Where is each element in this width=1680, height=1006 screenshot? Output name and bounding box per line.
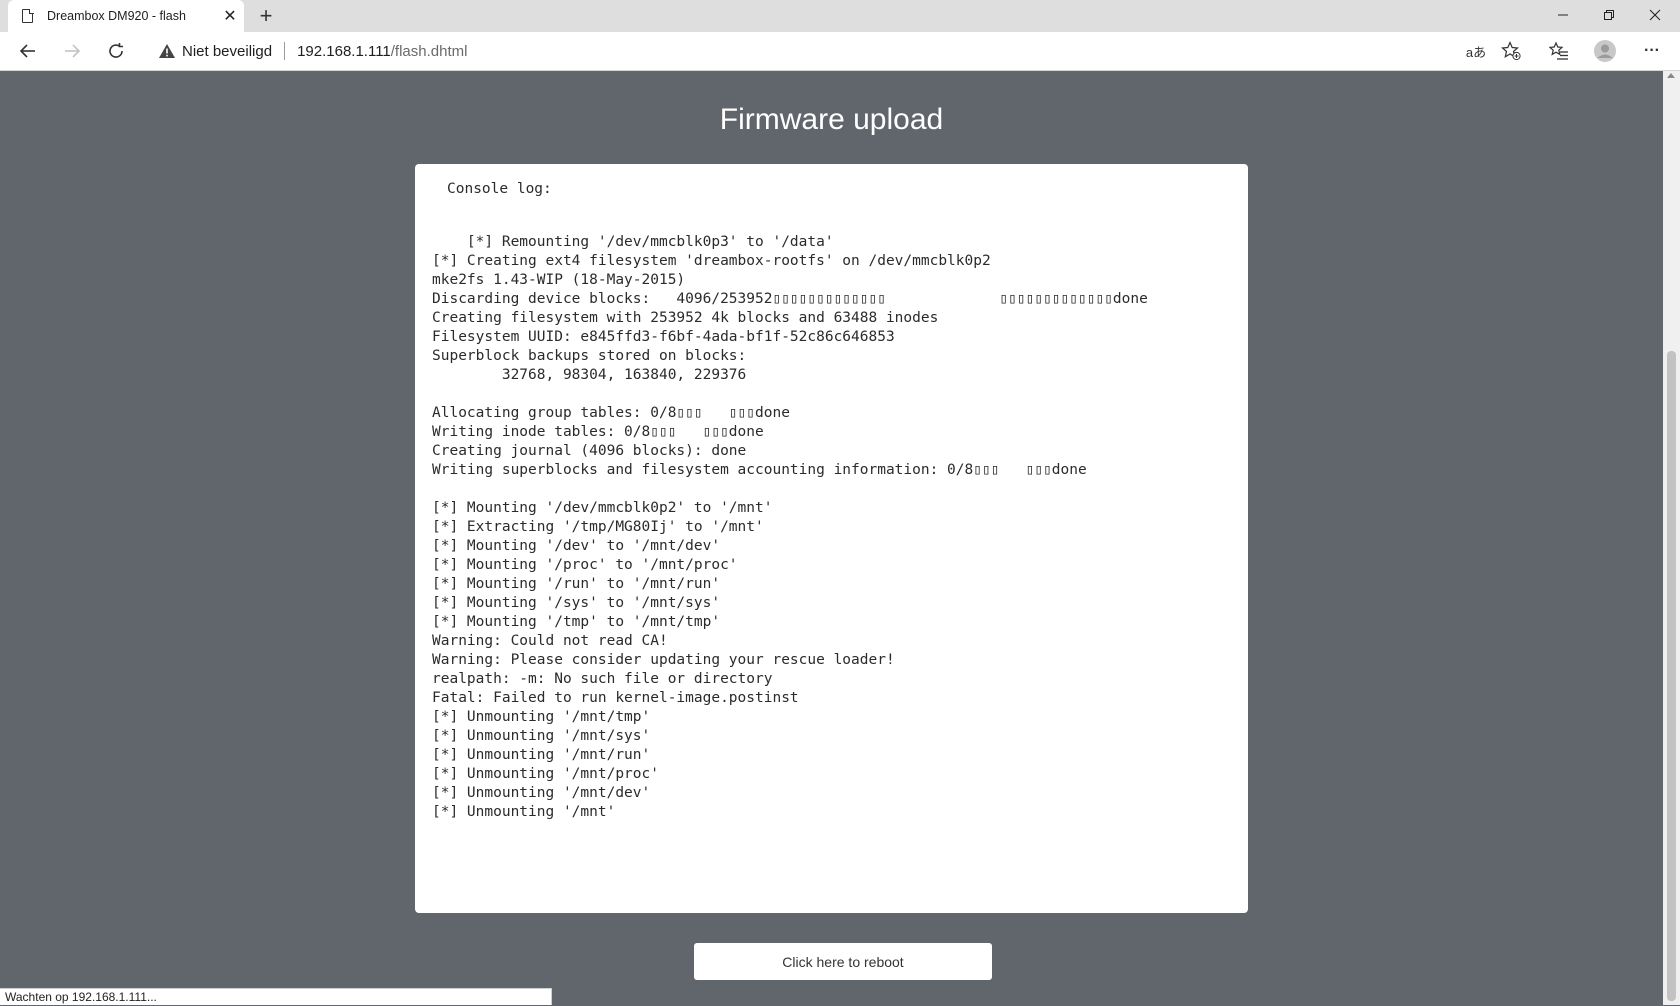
console-line: [*] Mounting '/run' to '/mnt/run' — [432, 576, 721, 592]
minimize-button[interactable] — [1540, 0, 1586, 30]
console-line: [*] Unmounting '/mnt' — [432, 804, 616, 820]
console-line: Writing inode tables: 0/8▯▯▯ ▯▯▯done — [432, 424, 764, 440]
console-line: [*] Creating ext4 filesystem 'dreambox-r… — [432, 253, 991, 269]
console-line: Superblock backups stored on blocks: — [432, 348, 747, 364]
console-line: Fatal: Failed to run kernel-image.postin… — [432, 690, 799, 706]
reload-icon — [109, 43, 123, 58]
restore-button[interactable] — [1586, 0, 1632, 30]
address-separator — [284, 42, 286, 60]
star-add-icon — [1501, 41, 1521, 61]
console-line: Allocating group tables: 0/8▯▯▯ ▯▯▯done — [432, 405, 790, 421]
console-line: [*] Mounting '/dev/mmcblk0p2' to '/mnt' — [432, 500, 773, 516]
console-line: [*] Mounting '/dev' to '/mnt/dev' — [432, 538, 721, 554]
add-favorite-button[interactable] — [1497, 37, 1525, 65]
console-line: Writing superblocks and filesystem accou… — [432, 462, 1087, 478]
reload-button[interactable] — [102, 37, 130, 65]
profile-button[interactable] — [1591, 37, 1619, 65]
page-title: Firmware upload — [719, 103, 944, 137]
browser-tab[interactable]: Dreambox DM920 - flash ✕ — [8, 0, 244, 32]
forward-button[interactable] — [58, 37, 86, 65]
arrow-right-icon — [65, 44, 81, 58]
url-host[interactable]: 192.168.1.111 — [297, 43, 391, 60]
console-line: Warning: Could not read CA! — [432, 633, 668, 649]
console-line: mke2fs 1.43-WIP (18-May-2015) — [432, 272, 686, 288]
console-line: [*] Remounting '/dev/mmcblk0p3' to '/dat… — [432, 234, 834, 250]
console-panel: Console log: [*] Remounting '/dev/mmcblk… — [415, 164, 1248, 913]
console-line: [*] Mounting '/proc' to '/mnt/proc' — [432, 557, 738, 573]
console-line: [*] Unmounting '/mnt/run' — [432, 747, 651, 763]
security-label[interactable]: Niet beveiligd — [182, 43, 272, 60]
console-line: [*] Extracting '/tmp/MG80Ij' to '/mnt' — [432, 519, 764, 535]
status-bar: Wachten op 192.168.1.111... — [0, 988, 552, 1005]
console-label: Console log: — [447, 181, 552, 197]
close-icon — [1649, 9, 1661, 21]
console-line: [*] Unmounting '/mnt/sys' — [432, 728, 651, 744]
favorites-button[interactable] — [1545, 37, 1573, 65]
console-line: [*] Unmounting '/mnt/proc' — [432, 766, 659, 782]
address-bar[interactable]: Niet beveiligd 192.168.1.111/flash.dhtml — [146, 35, 1472, 67]
console-line: Creating journal (4096 blocks): done — [432, 443, 747, 459]
tab-strip: Dreambox DM920 - flash ✕ + — [0, 0, 1680, 32]
back-button[interactable] — [14, 37, 42, 65]
page-icon — [22, 8, 34, 23]
url-path[interactable]: /flash.dhtml — [391, 43, 468, 60]
scroll-thumb[interactable] — [1667, 351, 1676, 1001]
tab-close-icon[interactable]: ✕ — [216, 6, 244, 26]
more-icon[interactable]: ··· — [1638, 37, 1666, 65]
restore-icon — [1604, 10, 1614, 20]
warning-icon[interactable] — [158, 42, 176, 60]
browser-toolbar: Niet beveiligd 192.168.1.111/flash.dhtml… — [0, 32, 1680, 71]
console-log: [*] Remounting '/dev/mmcblk0p3' to '/dat… — [432, 233, 1148, 822]
console-line: Warning: Please consider updating your r… — [432, 652, 895, 668]
scroll-up-arrow[interactable] — [1667, 73, 1675, 78]
new-tab-button[interactable]: + — [252, 2, 280, 30]
page-scrollbar[interactable] — [1663, 71, 1680, 1005]
favorites-icon — [1549, 41, 1568, 60]
read-aloud-icon[interactable]: aあ — [1462, 37, 1490, 65]
console-line: [*] Mounting '/sys' to '/mnt/sys' — [432, 595, 721, 611]
console-line: [*] Unmounting '/mnt/dev' — [432, 785, 651, 801]
console-line: Creating filesystem with 253952 4k block… — [432, 310, 939, 326]
console-line: Filesystem UUID: e845ffd3-f6bf-4ada-bf1f… — [432, 329, 895, 345]
arrow-left-icon — [19, 44, 35, 58]
tab-title: Dreambox DM920 - flash — [47, 9, 186, 23]
console-line: Discarding device blocks: 4096/253952▯▯▯… — [432, 291, 1148, 307]
console-line: [*] Mounting '/tmp' to '/mnt/tmp' — [432, 614, 721, 630]
avatar-icon — [1594, 40, 1616, 62]
console-line: 32768, 98304, 163840, 229376 — [432, 367, 747, 383]
close-window-button[interactable] — [1632, 0, 1678, 30]
page-content: Firmware upload Console log: [*] Remount… — [0, 71, 1663, 1005]
minimize-icon — [1558, 14, 1568, 16]
console-line: [*] Unmounting '/mnt/tmp' — [432, 709, 651, 725]
console-line: realpath: -m: No such file or directory — [432, 671, 773, 687]
reboot-button[interactable]: Click here to reboot — [694, 943, 992, 980]
